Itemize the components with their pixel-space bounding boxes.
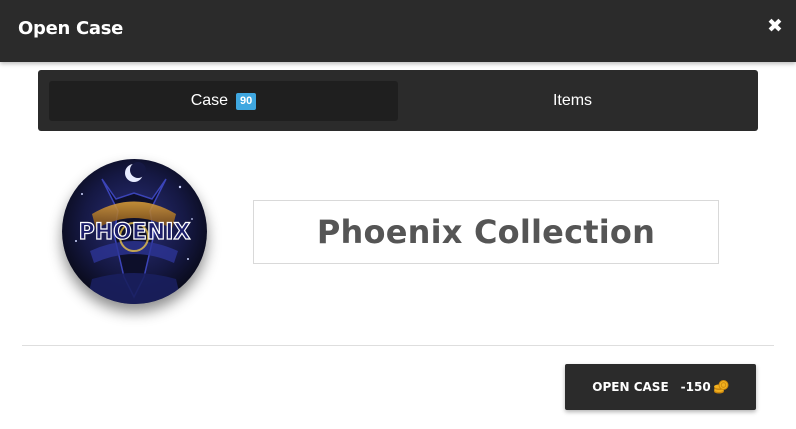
open-case-button[interactable]: OPEN CASE -150 [565, 364, 756, 410]
open-case-label: OPEN CASE [592, 380, 669, 394]
coins-icon [713, 380, 729, 394]
tab-items-label: Items [552, 92, 593, 109]
close-icon[interactable]: ✖ [765, 16, 785, 36]
price-value: -150 [680, 380, 711, 394]
tab-case-label: Case [190, 92, 229, 109]
case-count-badge: 90 [236, 92, 257, 110]
phoenix-case-art: PHOENIX [62, 159, 207, 304]
case-image-text: PHOENIX [79, 220, 191, 245]
tab-case[interactable]: Case 90 [49, 81, 398, 121]
modal-title: Open Case [18, 18, 124, 39]
case-image: PHOENIX [62, 159, 207, 304]
divider [22, 345, 774, 346]
tab-items[interactable]: Items [398, 81, 747, 121]
modal-header: Open Case ✖ [0, 0, 796, 62]
tab-bar: Case 90 Items [38, 70, 758, 131]
case-name-box: Phoenix Collection [253, 200, 719, 264]
case-name: Phoenix Collection [316, 213, 656, 251]
open-case-price: -150 [681, 379, 729, 395]
